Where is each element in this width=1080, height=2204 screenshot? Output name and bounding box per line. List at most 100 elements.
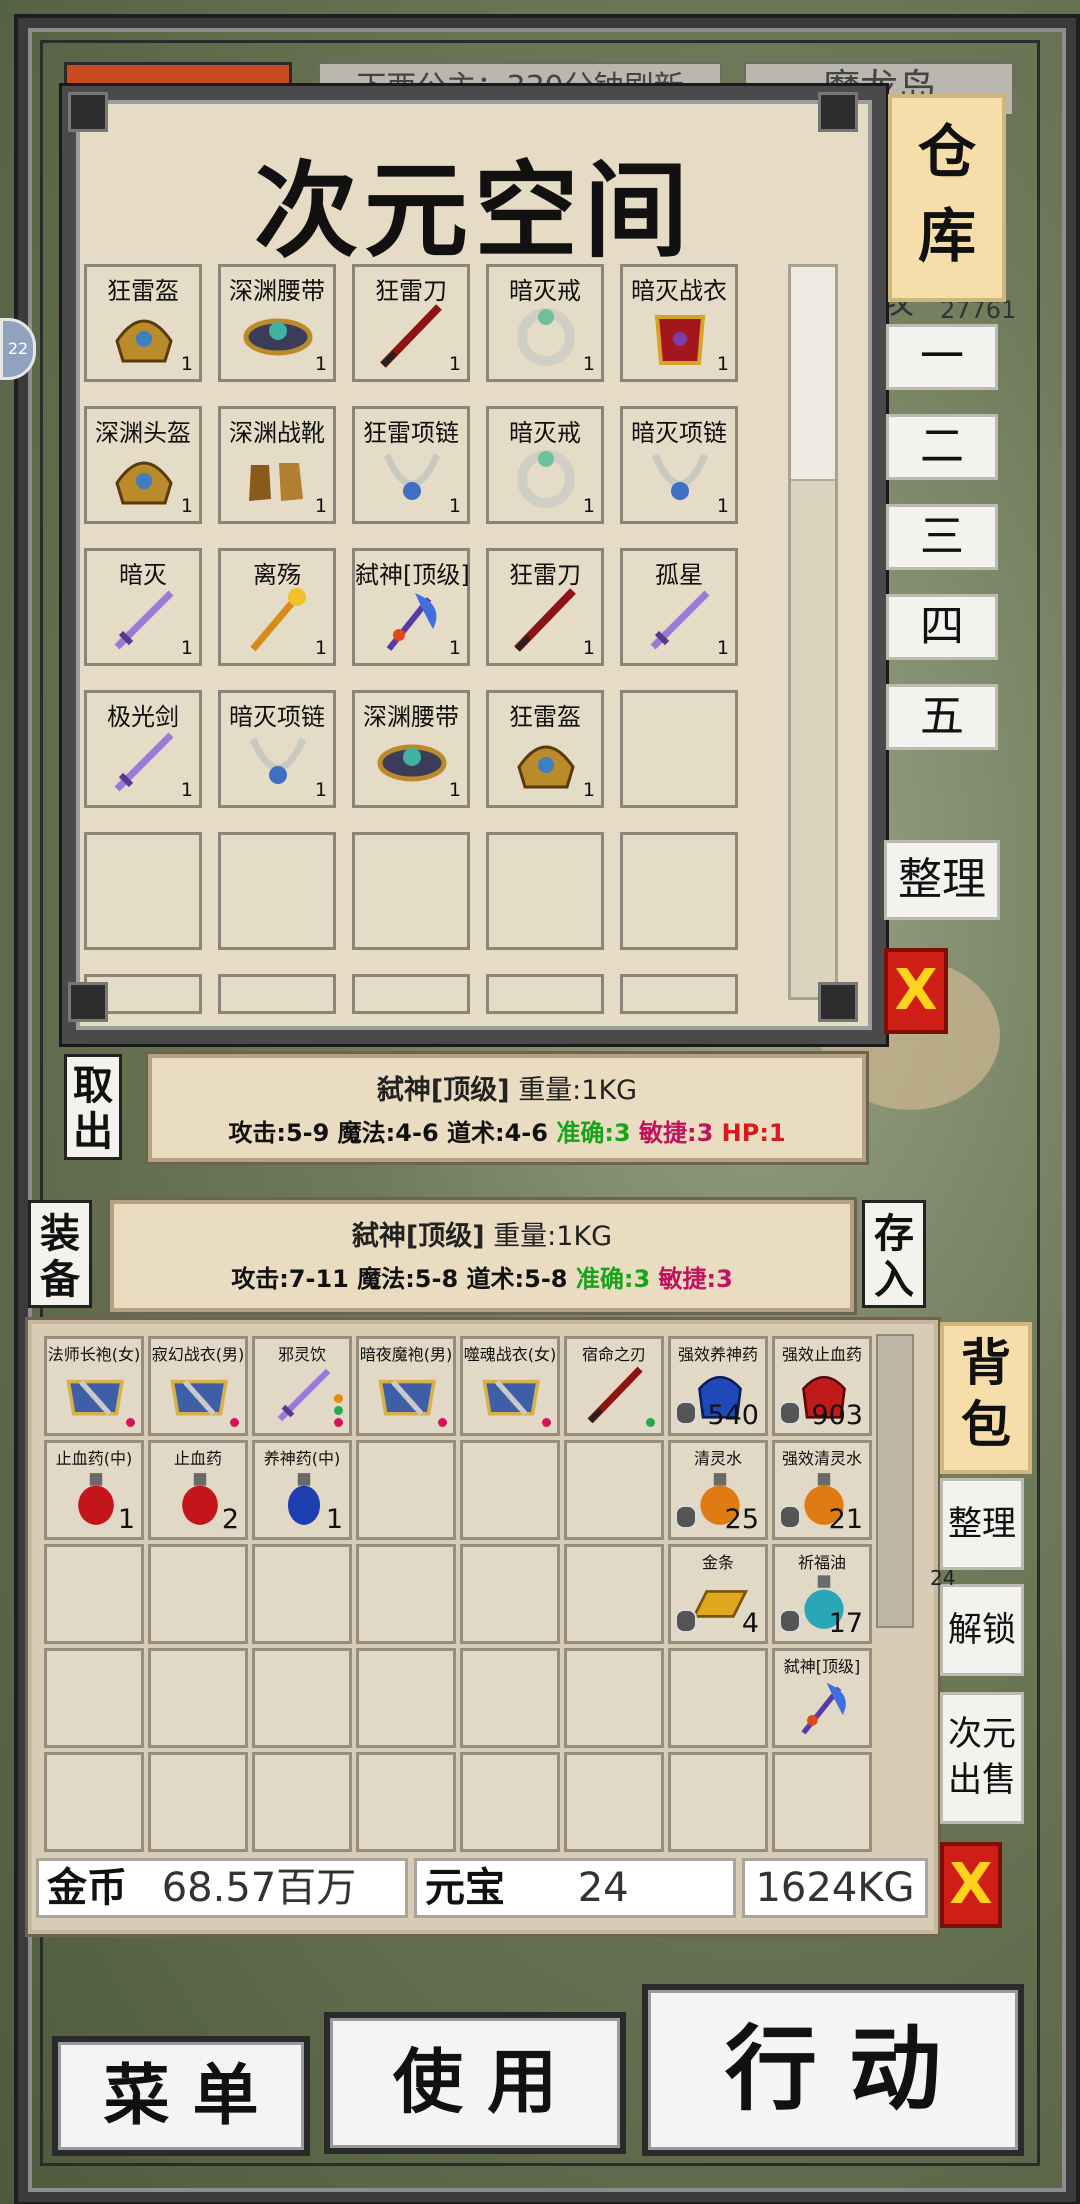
backpack-close-button[interactable]: X: [940, 1842, 1002, 1928]
backpack-slot-empty[interactable]: [460, 1544, 560, 1644]
storage-item-count: 1: [582, 637, 595, 659]
backpack-slot-empty[interactable]: [44, 1648, 144, 1748]
storage-item-count: 1: [314, 637, 327, 659]
backpack-slot-empty[interactable]: [356, 1544, 456, 1644]
backpack-slot-empty[interactable]: [252, 1648, 352, 1748]
backpack-slot[interactable]: 强效清灵水 21: [772, 1440, 872, 1540]
storage-slot[interactable]: 狂雷刀 1: [352, 264, 470, 382]
storage-slot[interactable]: 狂雷盔 1: [486, 690, 604, 808]
storage-slot-empty[interactable]: [620, 974, 738, 1014]
storage-slot[interactable]: 深渊腰带 1: [352, 690, 470, 808]
storage-slot-empty[interactable]: [84, 832, 202, 950]
storage-slot[interactable]: 暗灭项链 1: [620, 406, 738, 524]
page-tab-1[interactable]: 一: [886, 324, 998, 390]
backpack-slot-empty[interactable]: [564, 1752, 664, 1852]
backpack-slot[interactable]: 养神药(中) 1: [252, 1440, 352, 1540]
backpack-slot[interactable]: 宿命之刃: [564, 1336, 664, 1436]
backpack-slot[interactable]: 寂幻战衣(男): [148, 1336, 248, 1436]
storage-slot[interactable]: 深渊头盔 1: [84, 406, 202, 524]
warehouse-tab[interactable]: 仓库: [888, 94, 1006, 302]
backpack-slot[interactable]: 清灵水 25: [668, 1440, 768, 1540]
backpack-item-count: 540: [707, 1400, 759, 1431]
storage-slot-empty[interactable]: [486, 832, 604, 950]
storage-slot[interactable]: 极光剑 1: [84, 690, 202, 808]
equip-button[interactable]: 装备: [28, 1200, 92, 1308]
storage-slot[interactable]: 暗灭 1: [84, 548, 202, 666]
backpack-slot-empty[interactable]: [668, 1752, 768, 1852]
lock-icon: [675, 1401, 697, 1425]
storage-slot[interactable]: 狂雷盔 1: [84, 264, 202, 382]
backpack-slot-empty[interactable]: [356, 1648, 456, 1748]
storage-slot[interactable]: 深渊腰带 1: [218, 264, 336, 382]
take-out-item-name: 弑神[顶级]: [376, 1075, 510, 1106]
storage-slot-empty[interactable]: [352, 974, 470, 1014]
backpack-slot-empty[interactable]: [460, 1752, 560, 1852]
backpack-slot[interactable]: 强效养神药 540: [668, 1336, 768, 1436]
backpack-slot-empty[interactable]: [668, 1648, 768, 1748]
backpack-slot-empty[interactable]: [44, 1752, 144, 1852]
page-tab-5[interactable]: 五: [886, 684, 998, 750]
storage-slot-empty[interactable]: [486, 974, 604, 1014]
backpack-slot[interactable]: 祈福油 17: [772, 1544, 872, 1644]
storage-slot[interactable]: 暗灭战衣 1: [620, 264, 738, 382]
store-in-button[interactable]: 存入: [862, 1200, 926, 1308]
backpack-slot[interactable]: 止血药 2: [148, 1440, 248, 1540]
storage-slot[interactable]: 暗灭戒 1: [486, 406, 604, 524]
dimension-sell-button[interactable]: 次元出售: [940, 1692, 1024, 1824]
backpack-slot-empty[interactable]: [356, 1752, 456, 1852]
storage-slot[interactable]: 弑神[顶级] 1: [352, 548, 470, 666]
backpack-slot-empty[interactable]: [252, 1752, 352, 1852]
storage-slot[interactable]: 深渊战靴 1: [218, 406, 336, 524]
storage-slot[interactable]: 狂雷刀 1: [486, 548, 604, 666]
backpack-scrollbar[interactable]: [876, 1334, 914, 1628]
page-tab-3[interactable]: 三: [886, 504, 998, 570]
storage-sort-button[interactable]: 整理: [884, 840, 1000, 920]
backpack-unlock-button[interactable]: 解锁: [940, 1584, 1024, 1676]
storage-slot[interactable]: 暗灭项链 1: [218, 690, 336, 808]
page-tab-2[interactable]: 二: [886, 414, 998, 480]
backpack-slot-empty[interactable]: [148, 1752, 248, 1852]
storage-slot-empty[interactable]: [620, 832, 738, 950]
take-out-button[interactable]: 取出: [64, 1054, 122, 1160]
backpack-slot[interactable]: 弑神[顶级]: [772, 1648, 872, 1748]
storage-slot[interactable]: 暗灭戒 1: [486, 264, 604, 382]
storage-scroll-thumb[interactable]: [791, 267, 835, 481]
use-button[interactable]: 使 用: [324, 2012, 626, 2154]
action-button[interactable]: 行 动: [642, 1984, 1024, 2156]
backpack-item-name: 强效止血药: [781, 1345, 862, 1364]
backpack-slot[interactable]: 金条 4: [668, 1544, 768, 1644]
backpack-slot-empty[interactable]: [772, 1752, 872, 1852]
storage-slot[interactable]: 离殇 1: [218, 548, 336, 666]
storage-slot[interactable]: 狂雷项链 1: [352, 406, 470, 524]
backpack-slot-empty[interactable]: [564, 1648, 664, 1748]
backpack-slot-empty[interactable]: [148, 1648, 248, 1748]
backpack-slot-empty[interactable]: [356, 1440, 456, 1540]
backpack-slot[interactable]: 法师长袍(女): [44, 1336, 144, 1436]
storage-slot-empty[interactable]: [218, 974, 336, 1014]
backpack-slot[interactable]: 强效止血药 903: [772, 1336, 872, 1436]
backpack-slot[interactable]: 止血药(中) 1: [44, 1440, 144, 1540]
storage-slot-empty[interactable]: [620, 690, 738, 808]
storage-slot-grid: 狂雷盔 1 深渊腰带 1 狂雷刀 1 暗灭戒 1 暗灭战衣 1 深渊头盔 1 深渊战靴 1 狂雷项链 1 暗灭戒…: [76, 100, 776, 1030]
backpack-slot-empty[interactable]: [148, 1544, 248, 1644]
backpack-slot-empty[interactable]: [44, 1544, 144, 1644]
storage-scrollbar[interactable]: [788, 264, 838, 1000]
backpack-slot-empty[interactable]: [564, 1544, 664, 1644]
backpack-slot[interactable]: 噬魂战衣(女): [460, 1336, 560, 1436]
backpack-sort-button[interactable]: 整理: [940, 1478, 1024, 1570]
backpack-item-name: 弑神[顶级]: [783, 1657, 861, 1676]
menu-button[interactable]: 菜 单: [52, 2036, 310, 2156]
backpack-slot-empty[interactable]: [252, 1544, 352, 1644]
backpack-slot-empty[interactable]: [564, 1440, 664, 1540]
page-tab-4[interactable]: 四: [886, 594, 998, 660]
storage-slot-empty[interactable]: [218, 832, 336, 950]
backpack-slot-empty[interactable]: [460, 1440, 560, 1540]
storage-slot-empty[interactable]: [352, 832, 470, 950]
backpack-slot-empty[interactable]: [460, 1648, 560, 1748]
backpack-slot[interactable]: 邪灵饮: [252, 1336, 352, 1436]
backpack-slot[interactable]: 暗夜魔袍(男): [356, 1336, 456, 1436]
backpack-tab[interactable]: 背包: [940, 1322, 1032, 1474]
sword-icon: [643, 585, 717, 655]
storage-close-button[interactable]: X: [884, 948, 948, 1034]
storage-slot[interactable]: 孤星 1: [620, 548, 738, 666]
